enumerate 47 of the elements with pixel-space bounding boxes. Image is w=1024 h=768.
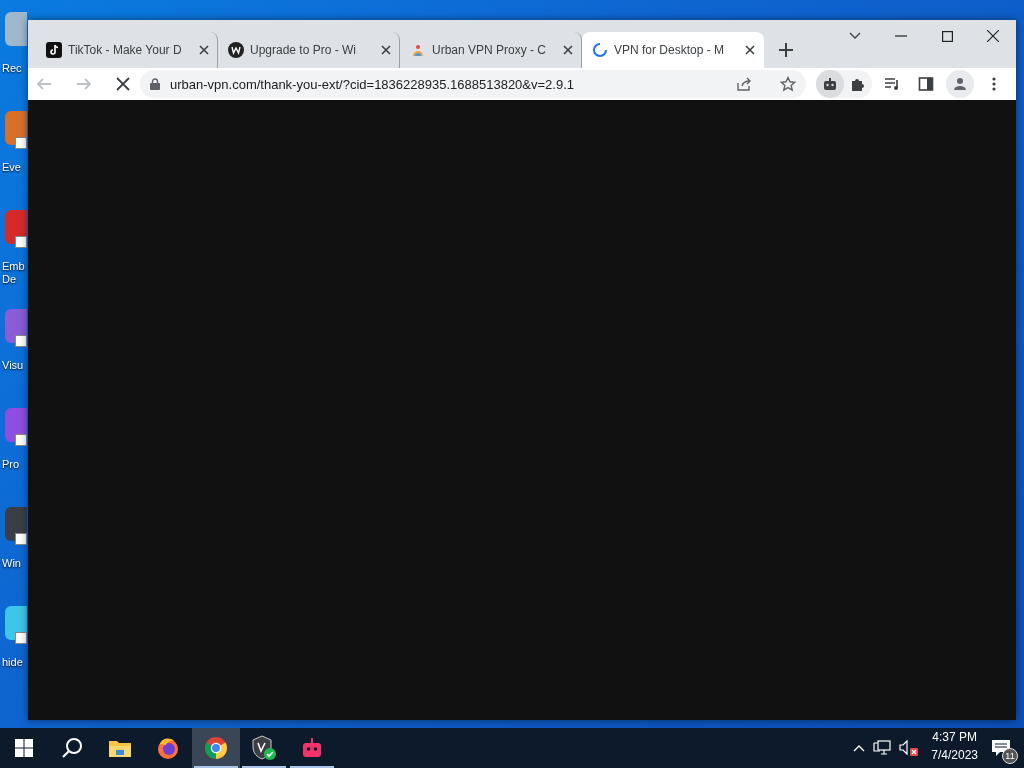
minimize-icon [895, 35, 907, 37]
chevron-down-icon [849, 32, 861, 40]
robot-extension-icon[interactable] [816, 70, 844, 98]
shield-check-icon [251, 735, 277, 761]
network-icon[interactable] [873, 740, 892, 756]
close-icon [987, 30, 999, 42]
browser-tab[interactable]: VPN for Desktop - M [582, 32, 764, 68]
tab-title: Upgrade to Pro - Wi [250, 43, 358, 57]
tab-title: VPN for Desktop - M [614, 43, 726, 57]
windows-logo-icon [15, 739, 33, 757]
star-icon[interactable] [780, 76, 796, 92]
desktop-icon-label: hide [1, 656, 24, 669]
folder-icon [108, 738, 132, 758]
plus-icon [779, 43, 793, 57]
clock-date[interactable]: 7/4/2023 [931, 746, 978, 764]
profile-icon[interactable] [946, 70, 974, 98]
desktop-icon-label: Pro [1, 458, 21, 471]
close-icon[interactable] [381, 45, 391, 55]
close-icon[interactable] [563, 45, 573, 55]
stop-icon[interactable] [116, 77, 130, 91]
close-icon[interactable] [199, 45, 209, 55]
desktop-icon-label: Win [1, 557, 22, 570]
tab-title: Urban VPN Proxy - C [432, 43, 548, 57]
firefox-icon [156, 736, 180, 760]
desktop-icon-label: Emb De [1, 260, 26, 286]
muted-speaker-icon[interactable] [899, 739, 920, 757]
desktop-icon-label: Visu [1, 359, 25, 372]
url-text: urban-vpn.com/thank-you-ext/?cid=1836228935.1688513820&v=2.9.1 [170, 76, 576, 92]
w-logo-icon [228, 42, 244, 58]
notification-count: 11 [1002, 748, 1018, 764]
rainbow-icon [410, 42, 426, 58]
chrome-icon [204, 736, 228, 760]
share-icon[interactable] [736, 76, 752, 92]
address-bar[interactable]: urban-vpn.com/thank-you-ext/?cid=1836228935.1688513820&v=2.9.1 [140, 70, 806, 98]
maximize-icon [941, 30, 953, 42]
taskbar-app-button[interactable] [192, 728, 240, 768]
close-icon[interactable] [745, 45, 755, 55]
action-center-button[interactable]: 11 [984, 728, 1018, 768]
lock-icon [150, 78, 160, 90]
search-icon [61, 737, 83, 759]
tab-title: TikTok - Make Your D [68, 43, 183, 57]
desktop-icon-label: Eve [1, 161, 22, 174]
clock-time[interactable]: 4:37 PM [932, 728, 977, 746]
chevron-up-icon[interactable] [853, 744, 866, 752]
tiktok-icon [46, 42, 62, 58]
desktop-icon-label: Rec [1, 62, 23, 75]
robot-icon [300, 736, 324, 760]
